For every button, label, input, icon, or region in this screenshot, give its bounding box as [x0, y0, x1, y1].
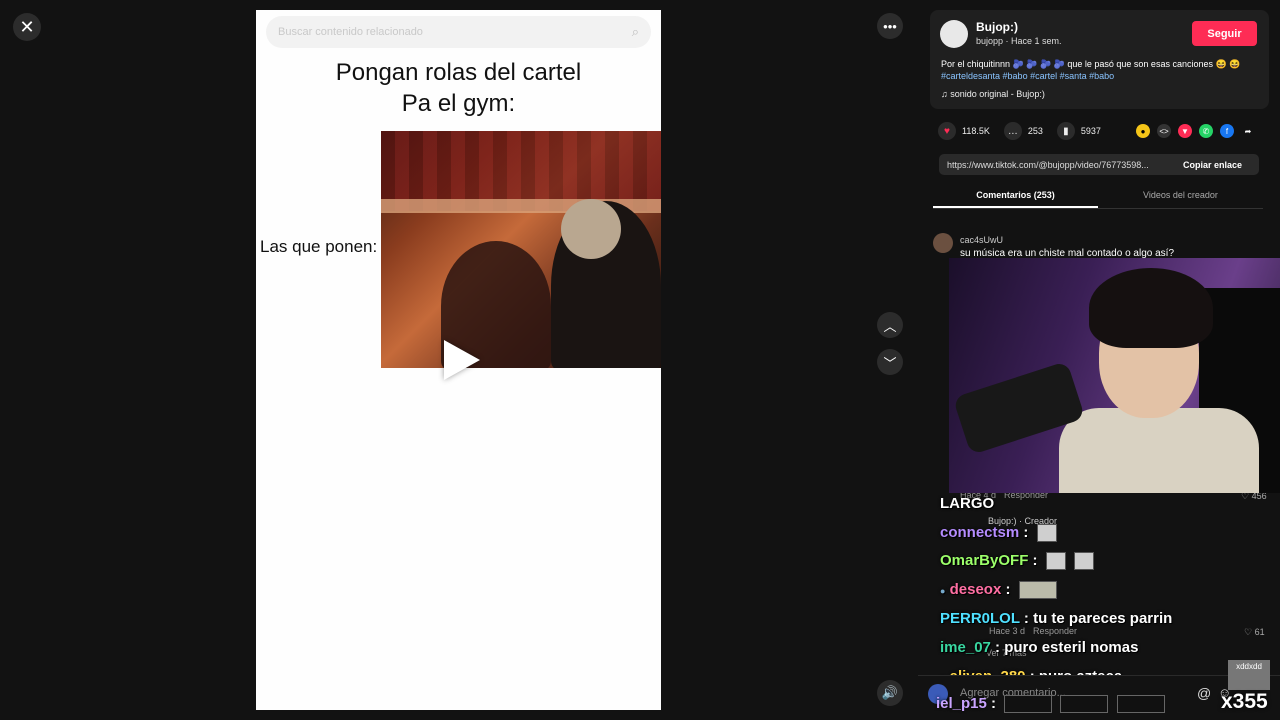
copy-link-button[interactable]: Copiar enlace	[1175, 160, 1242, 170]
streamer-webcam-overlay	[949, 258, 1280, 493]
chat-username: ime_07	[940, 639, 991, 656]
video-url: https://www.tiktok.com/@bujopp/video/767…	[947, 159, 1149, 170]
chat-emote	[1018, 581, 1057, 600]
meme-title: Pongan rolas del cartel Pa el gym:	[256, 57, 661, 119]
search-placeholder: Buscar contenido relacionado	[278, 26, 423, 38]
sound-label: sonido original - Bujop:)	[950, 89, 1045, 99]
music-note-icon: ♫	[941, 89, 948, 99]
emote-counter: x355	[1221, 690, 1268, 713]
tiktok-viewer: ✕ Buscar contenido relacionado ⌕ Pongan …	[0, 0, 1280, 720]
comment-like-count: 61	[1254, 627, 1265, 637]
tab-comments[interactable]: Comentarios (253)	[933, 187, 1098, 208]
save-count: 5937	[1080, 126, 1101, 136]
coin-icon[interactable]: ●	[1136, 124, 1150, 138]
chat-message: OmarByOFF :	[940, 552, 1094, 571]
chat-emote	[1073, 552, 1094, 571]
comment-button[interactable]: … 253	[1003, 122, 1043, 140]
related-search-input[interactable]: Buscar contenido relacionado ⌕	[266, 16, 651, 48]
chat-message: ime_07 : puro esteril nomas	[940, 639, 1138, 656]
chat-emote	[1116, 695, 1165, 714]
chat-text: : puro esteril nomas	[995, 639, 1139, 656]
chevron-down-icon[interactable]: ﹀	[877, 349, 903, 375]
chat-username: PERR0LOL	[940, 610, 1020, 627]
chat-text: :	[1023, 524, 1029, 541]
chat-message: connectsm :	[940, 524, 1057, 543]
whatsapp-icon[interactable]: ✆	[1199, 124, 1213, 138]
chat-text: : tu te pareces parrin	[1023, 610, 1173, 627]
chat-username: deseox	[949, 581, 1002, 598]
tab-creator-videos[interactable]: Videos del creador	[1098, 187, 1263, 208]
streamer-hair	[1089, 268, 1213, 348]
chat-emote	[1060, 695, 1109, 714]
chat-username: OmarByOFF	[940, 552, 1029, 569]
play-icon[interactable]	[444, 340, 480, 380]
chat-emote	[1036, 524, 1057, 543]
avatar[interactable]	[933, 233, 953, 253]
more-options-icon[interactable]: •••	[877, 13, 903, 39]
chevron-up-icon[interactable]: ︿	[877, 312, 903, 338]
emote-overlay: xddxdd	[1228, 660, 1270, 690]
chat-text: :	[991, 695, 997, 712]
comment-count: 253	[1027, 126, 1043, 136]
hashtags[interactable]: #carteldesanta #babo #cartel #santa #bab…	[941, 70, 1261, 82]
description-text: Por el chiquitinnn 🫐 🫐 🫐 🫐 que le pasó q…	[941, 59, 1241, 69]
clip-figure-head	[561, 199, 621, 259]
chat-username: LARGO	[940, 495, 995, 512]
chat-message: iel_p15 :	[936, 695, 1165, 714]
chat-emote	[1004, 695, 1053, 714]
panel-tabs: Comentarios (253) Videos del creador	[933, 187, 1263, 209]
comment-username[interactable]: cac4sUwU	[960, 235, 1003, 245]
chat-message: ● deseox :	[940, 581, 1057, 600]
send-icon[interactable]: ▼	[1178, 124, 1192, 138]
meme-title-line1: Pongan rolas del cartel	[335, 59, 582, 86]
badge-icon: ●	[940, 586, 946, 596]
share-icons: ● <> ▼ ✆ f ➦	[1136, 124, 1262, 138]
chat-message: LARGO	[940, 495, 994, 512]
chat-text: :	[1032, 552, 1038, 569]
share-arrow-icon[interactable]: ➦	[1241, 124, 1255, 138]
meme-title-line2: Pa el gym:	[401, 90, 516, 117]
like-button[interactable]: ♥ 118.5K	[938, 122, 990, 140]
avatar[interactable]	[940, 20, 968, 48]
heart-icon: ♥	[938, 122, 956, 140]
meme-label: Las que ponen:	[260, 237, 378, 256]
engagement-stats: ♥ 118.5K … 253 ▮ 5937	[938, 122, 1115, 140]
bookmark-icon: ▮	[1056, 122, 1075, 140]
chat-text: :	[1005, 581, 1011, 598]
meme-clip-image	[381, 131, 661, 368]
chat-message: PERR0LOL : tu te pareces parrin	[940, 610, 1172, 627]
sound-link[interactable]: ♫ sonido original - Bujop:)	[941, 89, 1045, 99]
streamer-body	[1059, 408, 1259, 493]
post-description: Por el chiquitinnn 🫐 🫐 🫐 🫐 que le pasó q…	[941, 58, 1261, 82]
comment-icon: …	[1003, 122, 1022, 140]
share-link-row: https://www.tiktok.com/@bujopp/video/767…	[939, 154, 1259, 175]
mention-icon[interactable]: @	[1197, 685, 1211, 701]
facebook-icon[interactable]: f	[1220, 124, 1234, 138]
follow-button[interactable]: Seguir	[1192, 21, 1257, 46]
comment-time: Hace 3 d	[989, 626, 1026, 636]
video-player[interactable]: Buscar contenido relacionado ⌕ Pongan ro…	[256, 10, 661, 710]
reply-button[interactable]: Responder	[1033, 626, 1077, 636]
embed-icon[interactable]: <>	[1157, 124, 1171, 138]
chat-username: connectsm	[940, 524, 1020, 541]
author-name[interactable]: Bujop:)	[976, 20, 1018, 34]
close-icon[interactable]: ✕	[13, 13, 41, 41]
like-count: 118.5K	[962, 126, 990, 136]
search-icon[interactable]: ⌕	[632, 24, 639, 40]
comment-likes[interactable]: ♡ 61	[1244, 627, 1265, 638]
chat-emote	[1045, 552, 1066, 571]
chat-username: iel_p15	[936, 695, 987, 712]
save-button[interactable]: ▮ 5937	[1056, 122, 1101, 140]
volume-icon[interactable]: 🔊	[877, 680, 903, 706]
author-meta: bujopp · Hace 1 sem.	[976, 36, 1062, 46]
post-card: Bujop:) bujopp · Hace 1 sem. Seguir Por …	[930, 10, 1269, 109]
